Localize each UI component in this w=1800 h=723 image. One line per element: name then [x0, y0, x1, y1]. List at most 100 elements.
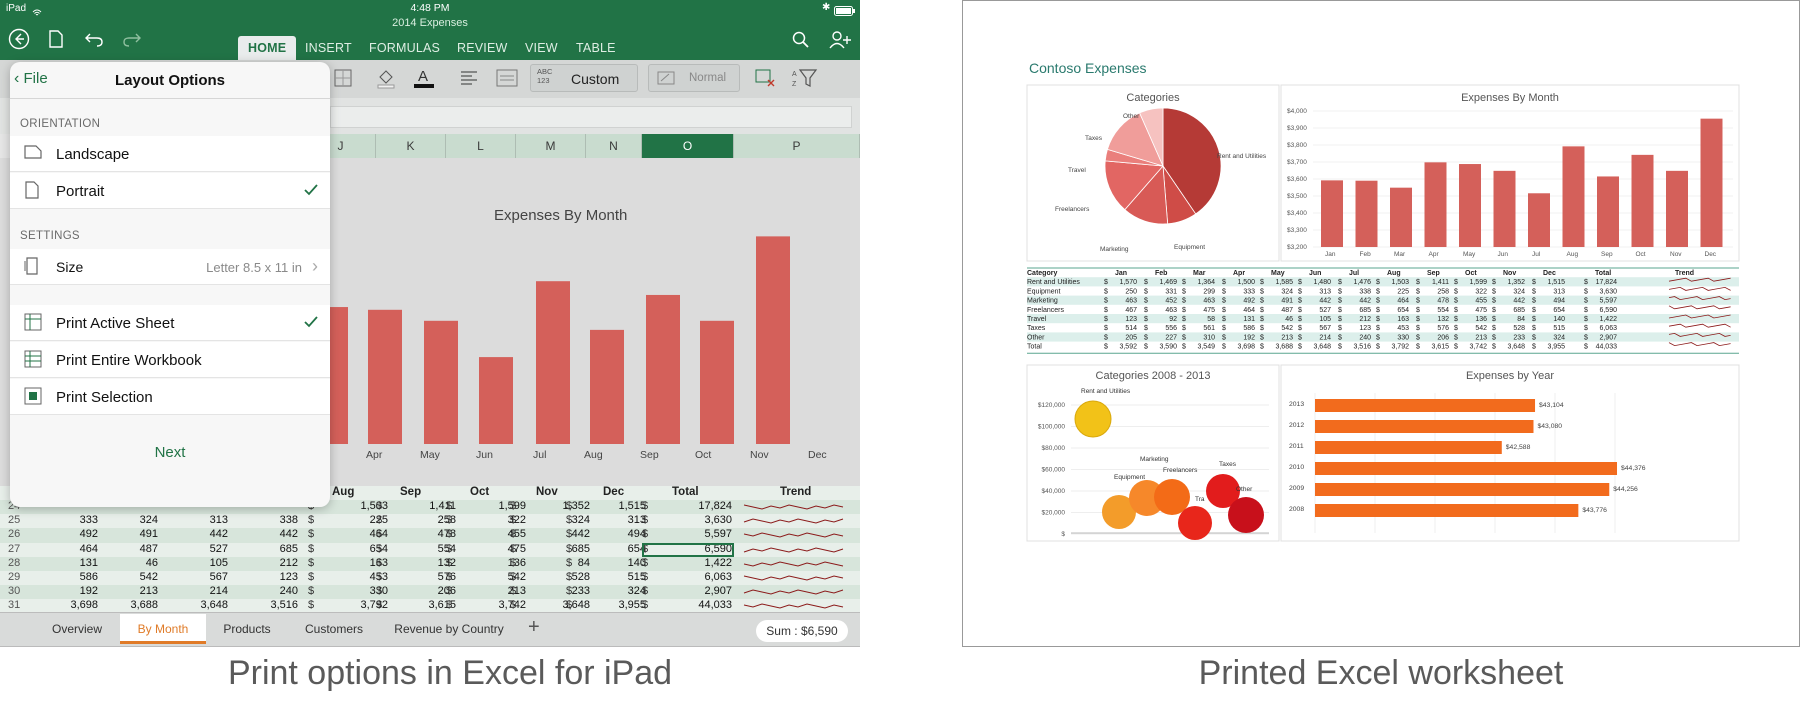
- tab-view[interactable]: VIEW: [525, 36, 558, 60]
- cell-style-dropdown[interactable]: Normal: [648, 64, 740, 92]
- currency-symbol: $: [642, 500, 649, 512]
- bubble-label-equipment: Equipment: [1114, 474, 1145, 481]
- currency-symbol: $: [446, 542, 453, 555]
- table-row[interactable]: 26 492 491 442 442 $464 $478 $455 $442 $494 $5,597: [0, 528, 860, 543]
- printed-currency-symbol: $: [1584, 325, 1588, 332]
- printed-table-cell: 1,500: [1237, 279, 1255, 286]
- column-header-k[interactable]: K: [376, 134, 446, 158]
- printed-table-cell: 58: [1207, 316, 1215, 323]
- table-row[interactable]: 29 586 542 567 123 $453 $576 $542 $528 $515 $6,063: [0, 571, 860, 586]
- chevron-right-icon: ›: [312, 256, 318, 276]
- borders-icon[interactable]: [334, 69, 352, 92]
- month-chart-xtick: Jul: [1532, 251, 1541, 258]
- sheet-tab-revenue-by-country[interactable]: Revenue by Country: [384, 614, 514, 644]
- number-format-dropdown[interactable]: ABC 123 Custom: [530, 64, 638, 92]
- formula-input[interactable]: [330, 106, 852, 128]
- month-chart-ytick: $3,500: [1287, 193, 1307, 200]
- currency-symbol: $: [642, 556, 649, 569]
- tab-table[interactable]: TABLE: [576, 36, 616, 60]
- tab-insert[interactable]: INSERT: [305, 36, 352, 60]
- file-icon[interactable]: [48, 30, 64, 53]
- sheet-tab-overview[interactable]: Overview: [40, 614, 114, 644]
- printed-table-cell: 310: [1203, 334, 1215, 341]
- panel-title: Layout Options: [115, 72, 225, 89]
- landscape-option[interactable]: Landscape: [10, 136, 330, 172]
- bubble-ytick: $100,000: [1038, 424, 1065, 431]
- printed-currency-symbol: $: [1416, 316, 1420, 323]
- column-header-n[interactable]: N: [586, 134, 642, 158]
- print-active-sheet-option[interactable]: Print Active Sheet: [10, 305, 330, 341]
- row-number: 30: [8, 585, 21, 598]
- printed-currency-symbol: $: [1144, 316, 1148, 323]
- tab-home[interactable]: HOME: [238, 36, 297, 60]
- portrait-option[interactable]: Portrait: [10, 173, 330, 209]
- add-sheet-icon[interactable]: +: [528, 616, 540, 639]
- column-header-o[interactable]: O: [642, 134, 734, 158]
- sparkline: [743, 603, 844, 609]
- selected-cell[interactable]: [642, 543, 734, 557]
- table-cell: 1,422: [704, 556, 732, 569]
- divider: [10, 98, 330, 99]
- printed-currency-symbol: $: [1182, 298, 1186, 305]
- font-color-icon[interactable]: A: [412, 66, 436, 95]
- tab-review[interactable]: REVIEW: [457, 36, 508, 60]
- printed-currency-symbol: $: [1298, 334, 1302, 341]
- table-cell: 3,955: [618, 599, 646, 612]
- table-row[interactable]: 28 131 46 105 212 $163 $132 $136 $84 $140 $1,422: [0, 556, 860, 572]
- grid-bar-jun: [424, 320, 458, 444]
- row-number: 28: [8, 556, 21, 569]
- table-cell: 324: [627, 585, 646, 598]
- table-row[interactable]: 30 192 213 214 240 $330 $206 $213 $233 $324 $2,907: [0, 585, 860, 600]
- printed-table-cell: 685: [1359, 307, 1371, 314]
- clear-icon[interactable]: [754, 66, 776, 93]
- sheet-tab-products[interactable]: Products: [210, 614, 284, 644]
- printed-currency-symbol: $: [1584, 279, 1588, 286]
- currency-symbol: $: [308, 571, 315, 583]
- table-row[interactable]: 25 333 324 313 338 $225 $258 $322 $324 $313 $3,630: [0, 514, 860, 529]
- align-icon[interactable]: [460, 70, 478, 91]
- grid-expenses-chart[interactable]: Expenses By Month Apr May Jun Jul Aug Se…: [306, 196, 858, 466]
- undo-icon[interactable]: [84, 31, 104, 52]
- ipad-excel-screen: iPad 4:48 PM 2014 Expenses ✱ HOME INSERT…: [0, 0, 860, 647]
- hdr-nov: Nov: [536, 486, 558, 498]
- wrap-text-icon[interactable]: [496, 69, 518, 92]
- printed-currency-symbol: $: [1222, 298, 1226, 305]
- share-person-icon[interactable]: [828, 30, 852, 55]
- bubble-ytick: $40,000: [1042, 488, 1066, 495]
- column-header-l[interactable]: L: [446, 134, 516, 158]
- size-option[interactable]: Size Letter 8.5 x 11 in ›: [10, 249, 330, 285]
- workbook-icon: [24, 350, 42, 373]
- printed-currency-symbol: $: [1376, 288, 1380, 295]
- tab-formulas[interactable]: FORMULAS: [369, 36, 440, 60]
- print-selection-option[interactable]: Print Selection: [10, 379, 330, 415]
- printed-table-cell: 586: [1243, 325, 1255, 332]
- next-button[interactable]: Next: [10, 444, 330, 461]
- column-header-p[interactable]: P: [734, 134, 860, 158]
- hdr-trend: Trend: [780, 486, 812, 498]
- sheet-tab-by-month[interactable]: By Month: [120, 614, 206, 644]
- year-label: 2012: [1289, 422, 1304, 429]
- printed-table-cell: 515: [1553, 325, 1565, 332]
- month-chart-xtick: Nov: [1670, 251, 1682, 258]
- hdr-total: Total: [672, 486, 699, 498]
- back-icon[interactable]: [8, 28, 30, 55]
- year-label: 2009: [1289, 485, 1304, 492]
- printed-table-cell: 136: [1475, 316, 1487, 323]
- column-header-m[interactable]: M: [516, 134, 586, 158]
- printed-table-cell: 464: [1397, 298, 1409, 305]
- printed-table-cell: 333: [1243, 288, 1255, 295]
- print-entire-workbook-option[interactable]: Print Entire Workbook: [10, 342, 330, 378]
- printed-currency-symbol: $: [1260, 316, 1264, 323]
- row-number: 27: [8, 542, 21, 555]
- fill-color-icon[interactable]: [376, 67, 396, 94]
- sort-filter-icon[interactable]: AZ: [792, 68, 818, 93]
- month-chart-xtick: Aug: [1567, 251, 1579, 258]
- year-label: 2013: [1289, 401, 1304, 408]
- printed-currency-symbol: $: [1338, 334, 1342, 341]
- redo-icon[interactable]: [122, 31, 142, 52]
- printed-table-cell: 3,648: [1313, 344, 1331, 351]
- printed-currency-symbol: $: [1144, 279, 1148, 286]
- sheet-tab-customers[interactable]: Customers: [292, 614, 376, 644]
- printed-currency-symbol: $: [1454, 307, 1458, 314]
- search-icon[interactable]: [792, 31, 810, 54]
